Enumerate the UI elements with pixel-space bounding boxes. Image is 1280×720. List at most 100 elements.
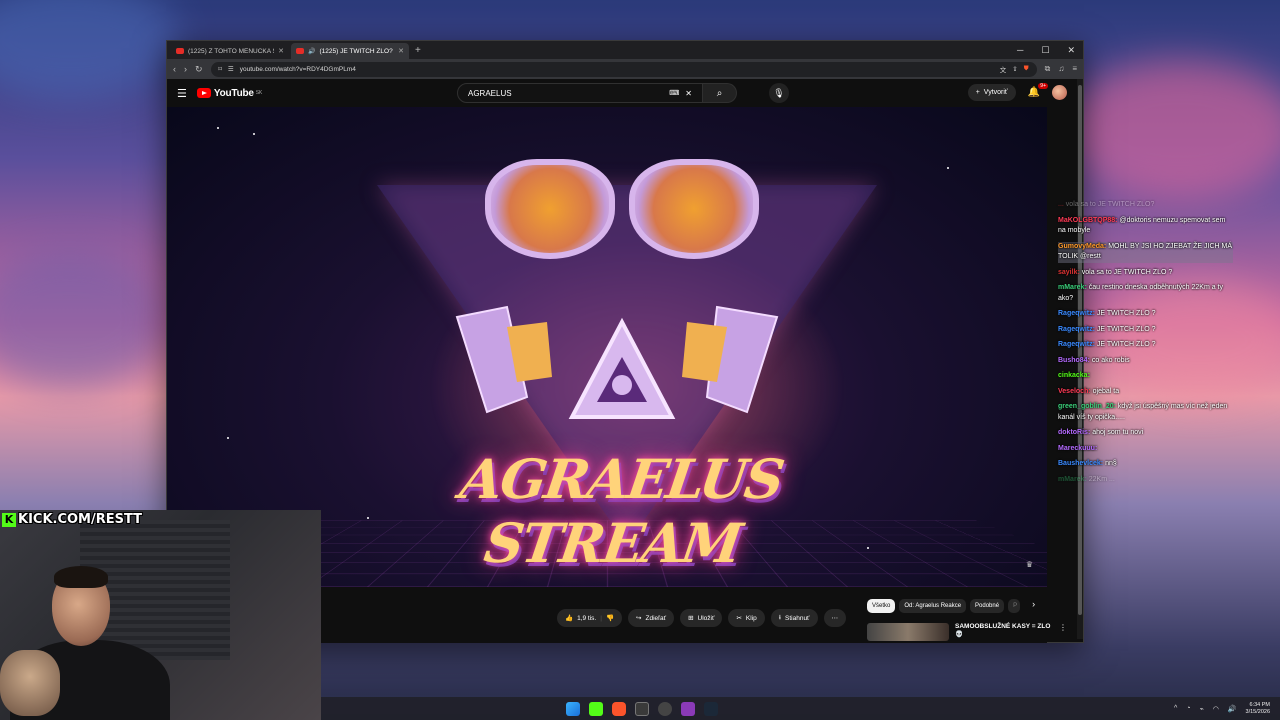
menu-icon[interactable]: ≡ [1072, 64, 1077, 74]
chat-message: Baushevlcek: nn§ [1058, 459, 1233, 470]
chat-message: mMarek: čau restino dneska odběhnutých 2… [1058, 283, 1233, 304]
search-input[interactable]: AGRAELUS ⌨ ✕ [457, 83, 703, 103]
chip-all[interactable]: Všetko [867, 599, 896, 613]
download-label: Stiahnuť [785, 614, 810, 622]
speaker-icon: 🔊 [308, 48, 316, 55]
save-button[interactable]: ⊞ Uložiť [680, 609, 723, 627]
wallpaper-cloud [0, 0, 180, 100]
chip-from-channel[interactable]: Od: Agraelus Reakce [899, 599, 967, 613]
chat-message: MaKOLGBTQP88: @doktoris nemuzu spemovat … [1058, 216, 1233, 237]
share-label: Zdieľať [645, 614, 667, 622]
url-field[interactable]: ⌑ ☰ youtube.com/watch?v=RDY4DGmPLm4 文 ⇪ … [210, 61, 1037, 77]
chat-username[interactable]: Baushevlcek: [1058, 460, 1103, 467]
voice-search-button[interactable]: 🎙 [769, 83, 789, 103]
create-button[interactable]: + Vytvoriť [967, 84, 1016, 101]
taskbar: ^ ◔ ⌁ ◠ 🔊 6:34 PM 3/15/2026 [321, 697, 1280, 720]
chip-more[interactable]: P [1008, 599, 1021, 613]
thumbs-down-icon[interactable]: 👎 [606, 614, 614, 622]
chat-username[interactable]: Rageqwitz: [1058, 341, 1095, 348]
search-button[interactable]: ⌕ [703, 83, 737, 103]
chat-text: ojebal ta [1092, 387, 1120, 395]
hamburger-menu-icon[interactable]: ☰ [177, 87, 187, 100]
close-icon[interactable]: ✕ [278, 47, 284, 55]
tab-title: (1225) JE TWITCH ZLO? - You... [319, 47, 394, 55]
chip-related[interactable]: Podobné [970, 599, 1005, 613]
new-tab-icon[interactable]: + [415, 45, 421, 56]
kick-url-text: KICK.COM/RESTT [18, 512, 143, 527]
terminal-icon[interactable] [635, 701, 649, 716]
chat-username[interactable]: mMarek: [1058, 284, 1087, 291]
like-button[interactable]: 👍 1,9 tis. | 👎 [557, 609, 623, 627]
more-vert-icon[interactable]: ⋮ [1059, 623, 1067, 643]
brave-shield-icon[interactable]: ⛊ [1024, 65, 1029, 73]
reload-icon[interactable]: ↻ [195, 64, 203, 75]
kick-app-icon[interactable] [589, 701, 603, 716]
back-icon[interactable]: ‹ [173, 64, 176, 74]
channel-watermark-icon[interactable]: ♛ [1026, 560, 1033, 569]
chat-text: co ako robis [1091, 356, 1130, 364]
chat-username[interactable]: green_goblin_20: [1058, 403, 1116, 410]
recommended-title[interactable]: SAMOOBSLUŽNÉ KASY = ZLO 💀 [955, 623, 1053, 643]
download-button[interactable]: ⭳ Stiahnuť [770, 609, 818, 627]
usb-icon[interactable]: ⌁ [1199, 705, 1203, 713]
chat-username[interactable]: Veseloch: [1058, 388, 1091, 395]
chat-username[interactable]: ... [1058, 201, 1064, 208]
browser-tab-active[interactable]: 🔊 (1225) JE TWITCH ZLO? - You... ✕ [291, 43, 409, 59]
mask-left-lens [485, 159, 615, 259]
tab-title: (1225) Z TOHTO MENUČKA SA TI ZA... [188, 47, 274, 55]
chevron-right-icon[interactable]: › [1032, 599, 1035, 613]
chat-text: ahoj som tu novi [1092, 429, 1144, 436]
minimize-icon[interactable]: ─ [1017, 45, 1023, 56]
translate-icon[interactable]: 文 [1000, 64, 1007, 74]
chat-username[interactable]: GumovyMeda: [1058, 243, 1106, 250]
chat-username[interactable]: doktoRis: [1058, 429, 1090, 436]
chat-username[interactable]: sayilk: [1058, 269, 1080, 276]
site-info-icon[interactable]: ☰ [228, 65, 234, 73]
clear-search-icon[interactable]: ✕ [685, 89, 692, 98]
volume-icon[interactable]: 🔊 [1228, 705, 1237, 713]
avatar[interactable] [1052, 85, 1067, 100]
chat-username[interactable]: Rageqwitz: [1058, 326, 1095, 333]
chevron-up-icon[interactable]: ^ [1174, 705, 1177, 712]
notifications-button[interactable]: 🔔 9+ [1028, 83, 1048, 98]
wifi-icon[interactable]: ◠ [1213, 705, 1219, 713]
obs-icon[interactable] [658, 701, 672, 716]
bookmark-icon[interactable]: ⌑ [219, 65, 222, 73]
star [367, 517, 369, 519]
keyboard-icon[interactable]: ⌨ [669, 89, 679, 97]
steam-icon[interactable] [704, 701, 718, 716]
brave-browser-icon[interactable] [612, 701, 626, 716]
more-actions-button[interactable]: ⋯ [823, 609, 846, 627]
recommendation-chips: Všetko Od: Agraelus Reakce Podobné P › [867, 599, 1035, 613]
media-icon[interactable]: ♫ [1058, 64, 1064, 74]
recommended-video[interactable]: SAMOOBSLUŽNÉ KASY = ZLO 💀 ⋮ [867, 623, 1067, 643]
chat-username[interactable]: mMarek: [1058, 476, 1087, 483]
tray-app-icon[interactable]: ◔ [1186, 705, 1190, 712]
recommended-thumbnail[interactable] [867, 623, 949, 641]
extensions-icon[interactable]: ⧉ [1045, 64, 1051, 74]
chat-username[interactable]: cinkacka: [1058, 372, 1090, 379]
taskbar-clock[interactable]: 6:34 PM 3/15/2026 [1246, 702, 1270, 716]
close-icon[interactable]: ✕ [398, 47, 404, 55]
chat-username[interactable]: Rageqwitz: [1058, 310, 1095, 317]
chat-username[interactable]: MaKOLGBTQP88: [1058, 217, 1118, 224]
clip-button[interactable]: ✂ Klip [728, 609, 765, 627]
wallpaper-cloud [0, 250, 170, 390]
browser-tab[interactable]: (1225) Z TOHTO MENUČKA SA TI ZA... ✕ [171, 43, 289, 59]
clip-label: Klip [745, 614, 757, 622]
forward-icon[interactable]: › [184, 64, 187, 74]
share-page-icon[interactable]: ⇪ [1012, 65, 1017, 73]
chat-username[interactable]: Mareckuuu: [1058, 445, 1097, 452]
maximize-icon[interactable]: ☐ [1041, 45, 1049, 56]
streaming-app-icon[interactable] [681, 701, 695, 716]
chat-username[interactable]: Busho84: [1058, 357, 1090, 364]
save-label: Uložiť [697, 614, 715, 622]
windows-start-icon[interactable] [566, 701, 580, 716]
youtube-logo[interactable]: YouTube SK [196, 88, 262, 99]
header-actions: + Vytvoriť 🔔 9+ [967, 83, 1067, 101]
video-title-art: AGRAELUS STREAM [456, 447, 787, 575]
share-button[interactable]: ↪ Zdieľať [628, 609, 675, 627]
close-window-icon[interactable]: ✕ [1067, 45, 1075, 56]
chat-message: Rageqwitz: JE TWITCH ZLO ? [1058, 340, 1233, 351]
window-controls: ─ ☐ ✕ [1017, 45, 1083, 56]
